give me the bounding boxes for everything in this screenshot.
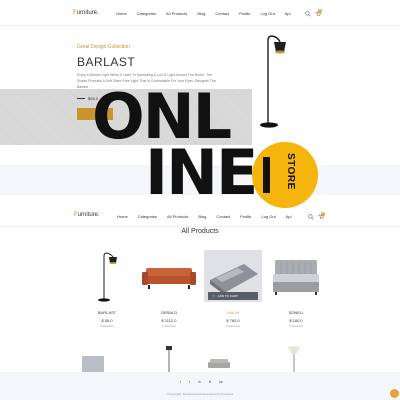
logo[interactable]: Furniture. <box>73 10 99 16</box>
cart-mini-icon: 🛒 <box>212 294 216 298</box>
product-price: $ 55.0 <box>101 318 113 323</box>
nav2-home[interactable]: Home <box>117 214 128 219</box>
logo-secondary[interactable]: Furniture. <box>74 212 100 218</box>
product-reviews: 0 Reviews <box>226 324 240 328</box>
product-price: $ 180.0 <box>289 318 303 323</box>
product-reviews: 0 Reviews <box>289 324 303 328</box>
nav-profile[interactable]: Profile <box>239 11 250 16</box>
nav-blog[interactable]: Blog <box>197 11 205 16</box>
behance-icon[interactable]: be <box>219 380 223 384</box>
twitter-icon[interactable]: t <box>189 380 190 384</box>
product-image-partial[interactable] <box>286 344 302 372</box>
hero-lamp-image <box>260 35 286 128</box>
product-price: $ 780.0 <box>226 318 240 323</box>
nav-all-products[interactable]: All Products <box>166 11 187 16</box>
nav2-categories[interactable]: Categories <box>138 214 157 219</box>
blogger-icon[interactable]: B <box>209 380 211 384</box>
product-name[interactable]: GERALD <box>140 310 198 315</box>
product-name[interactable]: BARLAST <box>78 310 136 315</box>
all-products-title: All Products <box>181 228 219 235</box>
hero-subtitle: Great Design Collection <box>77 44 130 50</box>
hero-title: BARLAST <box>77 55 136 69</box>
nav2-blog[interactable]: Blog <box>198 214 206 219</box>
add-to-cart-button[interactable]: 🛒 ADD TO CART <box>212 294 238 298</box>
product-reviews: 0 Reviews <box>162 324 176 328</box>
nav-contact[interactable]: Contact <box>215 11 229 16</box>
main-nav: Home Categories All Products Blog Contac… <box>116 11 291 16</box>
product-card[interactable]: BARLAST $ 55.0 0 Reviews <box>78 250 136 332</box>
overlay-text-ine: INE <box>145 136 258 209</box>
nav-categories[interactable]: Categories <box>137 11 156 16</box>
store-badge-text: STORE <box>285 153 296 190</box>
facebook-icon[interactable]: f <box>180 380 181 384</box>
product-image-partial[interactable] <box>164 346 174 372</box>
search-icon-secondary[interactable] <box>308 214 314 220</box>
product-card[interactable]: GERALD $ 1112.0 0 Reviews <box>140 250 198 332</box>
product-card[interactable]: SONELI $ 180.0 0 Reviews <box>267 250 325 332</box>
nav-logout[interactable]: Log Out <box>261 11 275 16</box>
copyright-text: ©copyright. Designed and Developed by Fu… <box>166 392 234 396</box>
store-badge-bar <box>263 157 270 193</box>
logo-text: urniture. <box>76 10 99 16</box>
secondary-nav: Home Categories All Products Blog Contac… <box>117 214 292 219</box>
add-to-cart-label: ADD TO CART <box>217 294 238 298</box>
scroll-top-button[interactable] <box>390 389 399 398</box>
social-links: f t in B be <box>180 380 223 384</box>
search-icon[interactable] <box>305 11 311 17</box>
product-image <box>267 250 325 302</box>
price-dash <box>77 98 85 99</box>
product-image <box>140 250 198 302</box>
product-card[interactable]: 🛒 ADD TO CART MALM $ 780.0 0 Reviews <box>204 250 262 332</box>
nav2-profile[interactable]: Profile <box>240 214 251 219</box>
product-reviews: 0 Reviews <box>100 324 114 328</box>
nav-home[interactable]: Home <box>116 11 127 16</box>
product-price: $ 1112.0 <box>161 318 177 323</box>
cart-badge-secondary: 0 <box>321 212 325 216</box>
nav-api[interactable]: Api <box>285 11 291 16</box>
cart-badge: 0 <box>318 9 322 13</box>
product-image <box>78 250 136 302</box>
nav2-contact[interactable]: Contact <box>216 214 230 219</box>
nav2-logout[interactable]: Log Out <box>262 214 276 219</box>
product-name[interactable]: SONELI <box>267 310 325 315</box>
nav2-all-products[interactable]: All Products <box>167 214 188 219</box>
product-image-partial[interactable] <box>208 358 230 370</box>
logo-text-secondary: urniture. <box>77 212 100 218</box>
nav2-api[interactable]: Api <box>286 214 292 219</box>
linkedin-icon[interactable]: in <box>198 380 201 384</box>
product-image-partial[interactable] <box>82 356 104 372</box>
top-navbar: Furniture. Home Categories All Products … <box>0 0 400 26</box>
product-name[interactable]: MALM <box>204 310 262 315</box>
